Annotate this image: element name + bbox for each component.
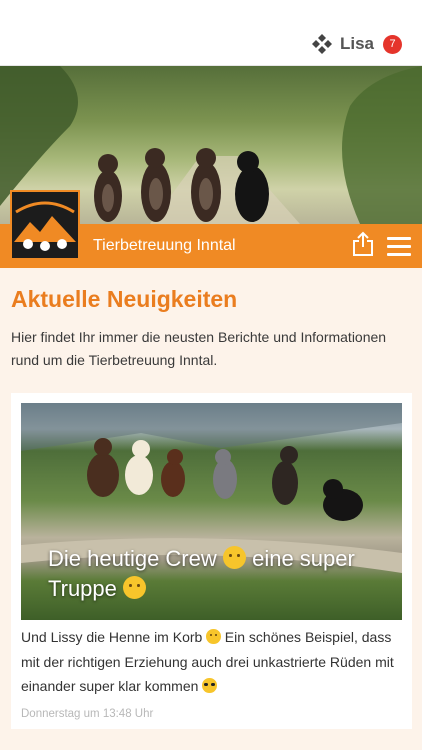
user-menu[interactable]: Lisa 7	[311, 33, 402, 55]
hamburger-menu-icon[interactable]	[387, 237, 411, 257]
post-image[interactable]: Die heutige Crew eine super Truppe	[21, 403, 402, 620]
post-text: Und Lissy die Henne im Korb Ein schönes …	[21, 629, 394, 694]
site-logo[interactable]	[10, 190, 80, 260]
top-bar: Lisa 7	[0, 0, 422, 66]
smile-emoji-icon	[222, 546, 246, 570]
post-caption: Die heutige Crew eine super Truppe	[48, 546, 355, 601]
post-timestamp: Donnerstag um 13:48 Uhr	[21, 708, 154, 720]
user-name[interactable]: Lisa	[340, 34, 374, 54]
intro-text: Hier findet Ihr immer die neusten Berich…	[11, 329, 387, 368]
smile-emoji-icon	[123, 576, 147, 600]
app-logo-icon	[311, 34, 332, 54]
sunglasses-emoji-icon	[202, 678, 217, 694]
share-icon[interactable]	[352, 231, 374, 257]
section-title: Aktuelle Neuigkeiten	[11, 286, 238, 312]
smile-emoji-icon	[206, 629, 221, 645]
news-post-card[interactable]: Die heutige Crew eine super Truppe Und L…	[11, 393, 412, 729]
notification-badge[interactable]: 7	[383, 34, 402, 54]
site-title[interactable]: Tierbetreuung Inntal	[93, 237, 236, 255]
